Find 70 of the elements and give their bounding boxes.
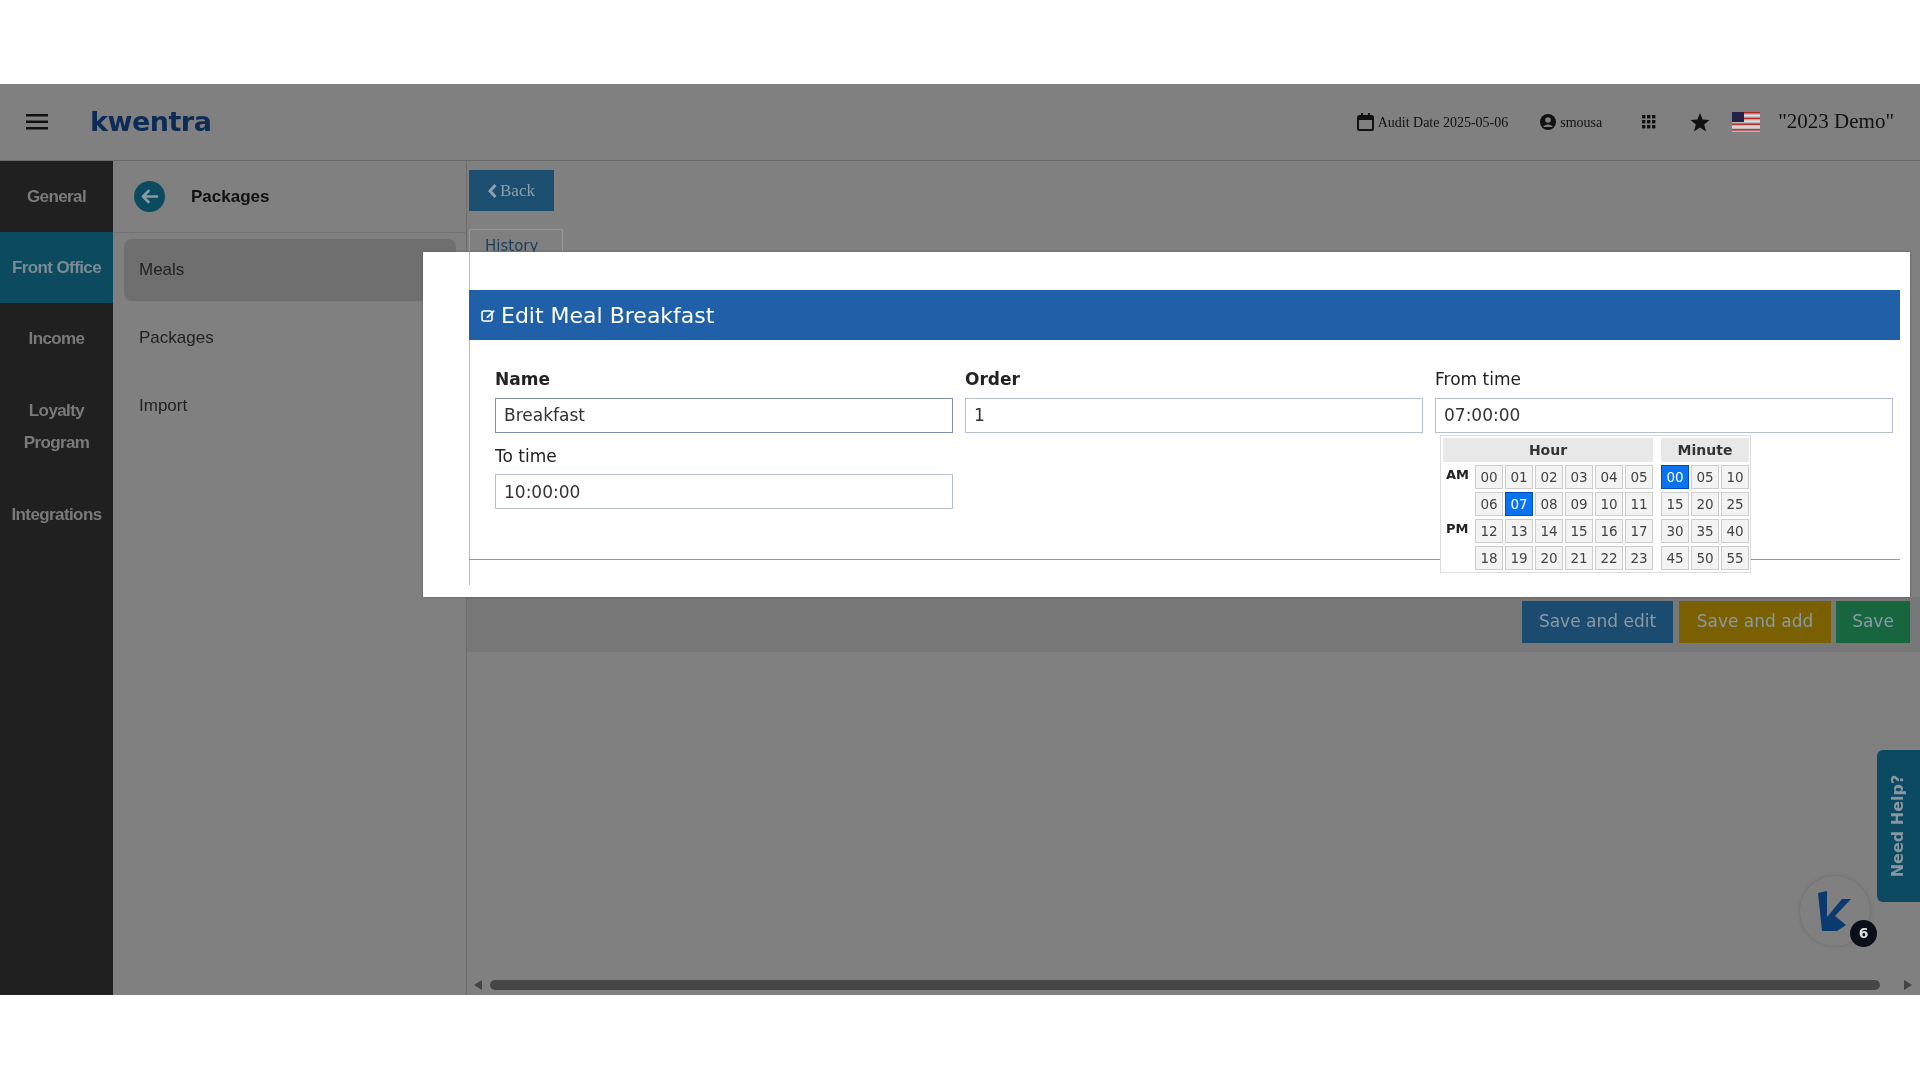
hour-option[interactable]: 16 [1595,519,1623,543]
hour-option[interactable]: 00 [1475,465,1503,489]
hour-option[interactable]: 19 [1505,546,1533,570]
period-label: PM [1445,520,1470,538]
input-field[interactable]: 10:00:00 [495,474,953,509]
field-label: To time [495,444,558,468]
minute-option[interactable]: 45 [1661,546,1689,570]
hour-option[interactable]: 12 [1475,519,1503,543]
hour-option[interactable]: 13 [1505,519,1533,543]
minute-option[interactable]: 00 [1661,465,1689,489]
nav-item[interactable]: Integrations [0,479,113,550]
minute-option[interactable]: 35 [1691,519,1719,543]
hour-option[interactable]: 07 [1505,492,1533,516]
field-label: Order [965,368,1021,391]
minute-option[interactable]: 40 [1721,519,1749,543]
calendar-icon[interactable] [1356,113,1374,131]
hour-option[interactable]: 17 [1625,519,1653,543]
minute-option[interactable]: 15 [1661,492,1689,516]
star-icon[interactable] [1690,112,1711,132]
minute-option[interactable]: 20 [1691,492,1719,516]
period-label: AM [1445,466,1470,484]
hour-option[interactable]: 10 [1595,492,1623,516]
scroll-right-icon[interactable] [1904,980,1912,990]
menu-icon[interactable] [26,114,48,130]
nav-item[interactable]: Loyalty Program [0,374,113,479]
scroll-left-icon[interactable] [474,980,482,990]
hour-option[interactable]: 20 [1535,546,1563,570]
user-icon[interactable] [1540,114,1557,130]
modal-title: Edit Meal Breakfast [501,301,715,330]
minute-option[interactable]: 25 [1721,492,1749,516]
minute-option[interactable]: 55 [1721,546,1749,570]
chevron-left-icon [488,183,498,198]
edit-icon [481,308,495,322]
hour-option[interactable]: 22 [1595,546,1623,570]
field-label: Name [495,368,551,391]
hour-option[interactable]: 01 [1505,465,1533,489]
hour-option[interactable]: 18 [1475,546,1503,570]
hour-option[interactable]: 02 [1535,465,1563,489]
input-field[interactable]: Breakfast [495,397,953,433]
hour-option[interactable]: 03 [1565,465,1593,489]
hour-option[interactable]: 08 [1535,492,1563,516]
field-label: From time [1435,368,1522,391]
hour-option[interactable]: 11 [1625,492,1653,516]
minute-option[interactable]: 30 [1661,519,1689,543]
hour-option[interactable]: 06 [1475,492,1503,516]
hour-option[interactable]: 21 [1565,546,1593,570]
user-name[interactable]: smousa [1560,111,1603,133]
audit-date[interactable]: Audit Date 2025-05-06 [1377,111,1509,133]
flag-icon[interactable] [1732,112,1761,132]
scrollbar-thumb[interactable] [490,980,1880,990]
logo: kwentra [90,104,212,139]
input-field[interactable]: 07:00:00 [1435,397,1893,433]
minute-option[interactable]: 10 [1721,465,1749,489]
hour-option[interactable]: 14 [1535,519,1563,543]
hour-option[interactable]: 05 [1625,465,1653,489]
apps-grid-icon[interactable] [1642,115,1657,129]
hour-option[interactable]: 04 [1595,465,1623,489]
section-title: Packages [191,185,270,208]
company-name[interactable]: "2023 Demo" [1778,106,1894,138]
k-logo-icon [1818,891,1852,931]
hour-option[interactable]: 15 [1565,519,1593,543]
nav-item[interactable]: General [0,161,113,232]
input-field[interactable]: 1 [965,397,1423,433]
hour-option[interactable]: 09 [1565,492,1593,516]
nav-item[interactable]: Income [0,303,113,374]
minute-option[interactable]: 05 [1691,465,1719,489]
hour-option[interactable]: 23 [1625,546,1653,570]
column-header: Hour [1443,438,1653,462]
column-header: Minute [1661,438,1749,462]
minute-option[interactable]: 50 [1691,546,1719,570]
